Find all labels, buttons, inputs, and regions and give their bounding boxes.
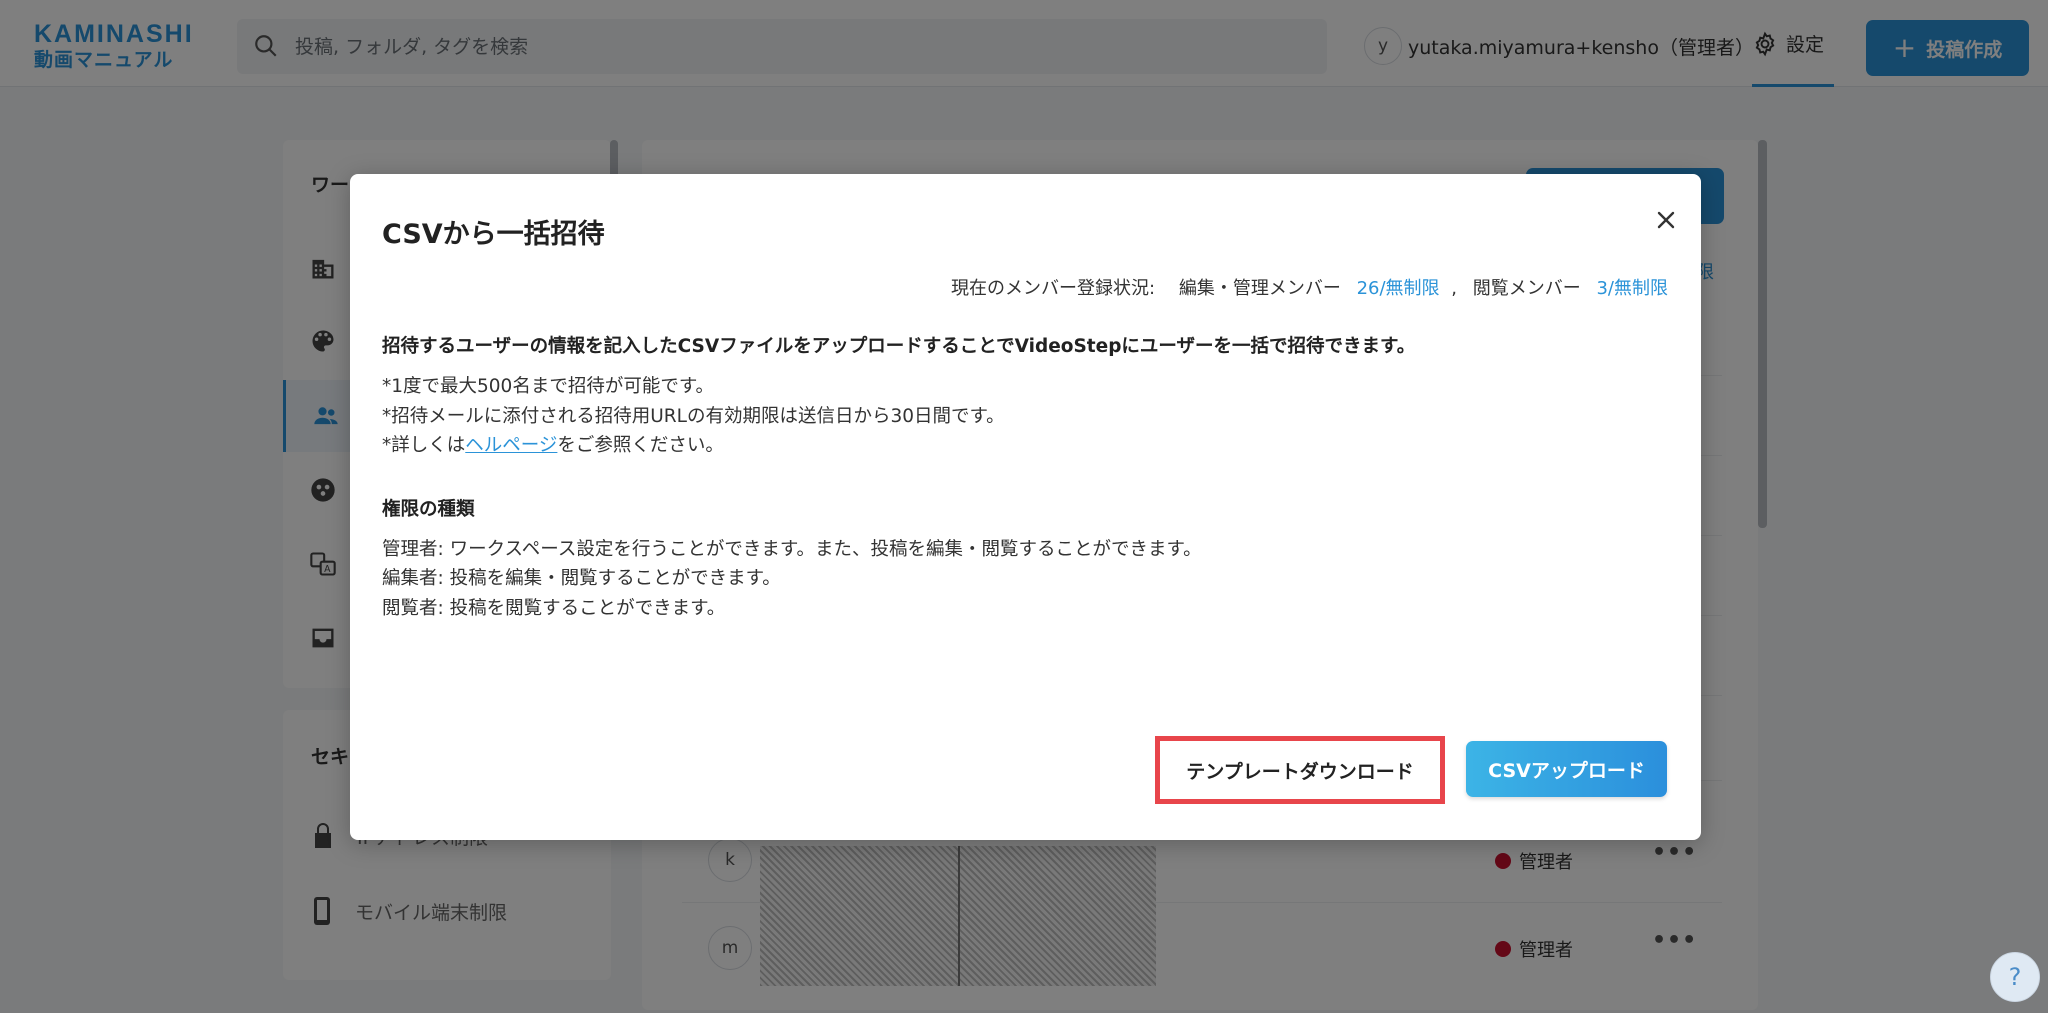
- permission-editor: 編集者: 投稿を編集・閲覧することができます。: [382, 568, 781, 589]
- member-status: 現在のメンバー登録状況: 編集・管理メンバー 26/無制限 , 閲覧メンバー 3…: [951, 274, 1668, 300]
- csv-upload-button[interactable]: CSVアップロード: [1466, 741, 1667, 797]
- close-icon[interactable]: [1650, 204, 1682, 236]
- note-help-prefix: *詳しくは: [382, 435, 466, 456]
- template-download-button[interactable]: テンプレートダウンロード: [1186, 757, 1413, 784]
- permission-viewer: 閲覧者: 投稿を閲覧することができます。: [382, 598, 726, 619]
- modal-description: 招待するユーザーの情報を記入したCSVファイルをアップロードすることでVideo…: [382, 336, 1416, 357]
- permission-admin: 管理者: ワークスペース設定を行うことができます。また、投稿を編集・閲覧すること…: [382, 539, 1202, 560]
- editor-label: 編集・管理メンバー: [1178, 278, 1341, 299]
- note-help: *詳しくはヘルページをご参照ください。: [382, 431, 724, 457]
- modal-title: CSVから一括招待: [382, 219, 605, 250]
- viewer-count: 3/無制限: [1596, 278, 1668, 299]
- status-separator: ,: [1451, 278, 1457, 299]
- editor-count: 26/無制限: [1356, 278, 1440, 299]
- permission-title: 権限の種類: [382, 499, 475, 520]
- note-max-invites: *1度で最大500名まで招待が可能です。: [382, 376, 714, 397]
- note-help-suffix: をご参照ください。: [557, 435, 724, 456]
- csv-invite-modal: CSVから一括招待 現在のメンバー登録状況: 編集・管理メンバー 26/無制限 …: [350, 174, 1701, 840]
- help-button[interactable]: ?: [1990, 952, 2040, 1002]
- status-prefix: 現在のメンバー登録状況:: [951, 278, 1156, 299]
- note-url-expiry: *招待メールに添付される招待用URLの有効期限は送信日から30日間です。: [382, 406, 1005, 427]
- viewer-label: 閲覧メンバー: [1472, 278, 1581, 299]
- help-page-link[interactable]: ヘルページ: [465, 435, 557, 456]
- template-download-highlight: テンプレートダウンロード: [1155, 736, 1445, 804]
